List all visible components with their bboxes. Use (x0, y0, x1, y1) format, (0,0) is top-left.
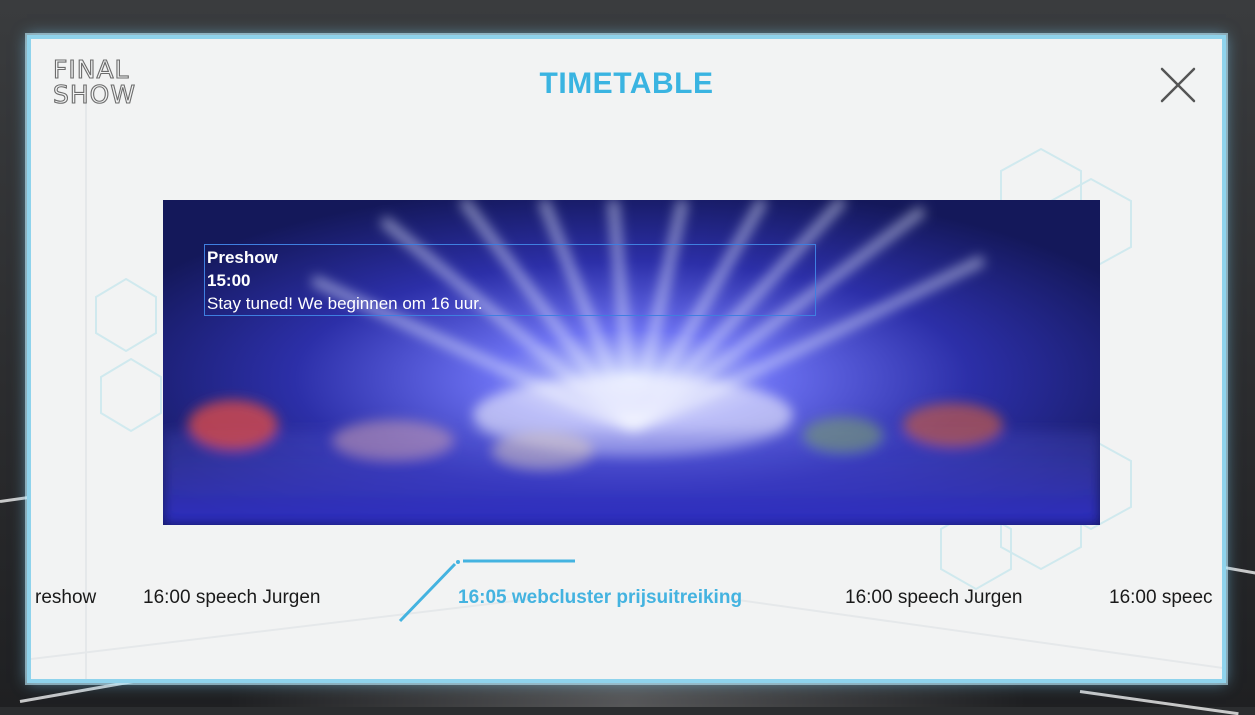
current-event-info: Preshow 15:00 Stay tuned! We beginnen om… (204, 244, 816, 316)
timeline-item[interactable]: 16:00 speech Jurgen (845, 587, 1022, 609)
event-hero-image: Preshow 15:00 Stay tuned! We beginnen om… (163, 200, 1100, 525)
event-name: Preshow (207, 248, 278, 267)
page-title: TIMETABLE (539, 67, 714, 100)
event-description: Stay tuned! We beginnen om 16 uur. (207, 294, 483, 313)
event-time: 15:00 (207, 271, 251, 290)
close-icon (1160, 67, 1196, 103)
timeline-item[interactable]: 16:00 speech Jurgen (143, 587, 320, 609)
timeline-item[interactable]: reshow (35, 587, 96, 609)
timetable-modal: FINAL SHOW TIMETABLE Preshow 15:00 Stay … (27, 35, 1226, 683)
stage-light-line (1079, 690, 1239, 715)
timeline-item[interactable]: 16:00 speec (1109, 587, 1213, 609)
timeline-item-active[interactable]: 16:05 webcluster prijsuitreiking (458, 587, 742, 609)
timeline-carousel: reshow 16:00 speech Jurgen 16:05 webclus… (31, 544, 1222, 634)
close-button[interactable] (1158, 65, 1198, 105)
